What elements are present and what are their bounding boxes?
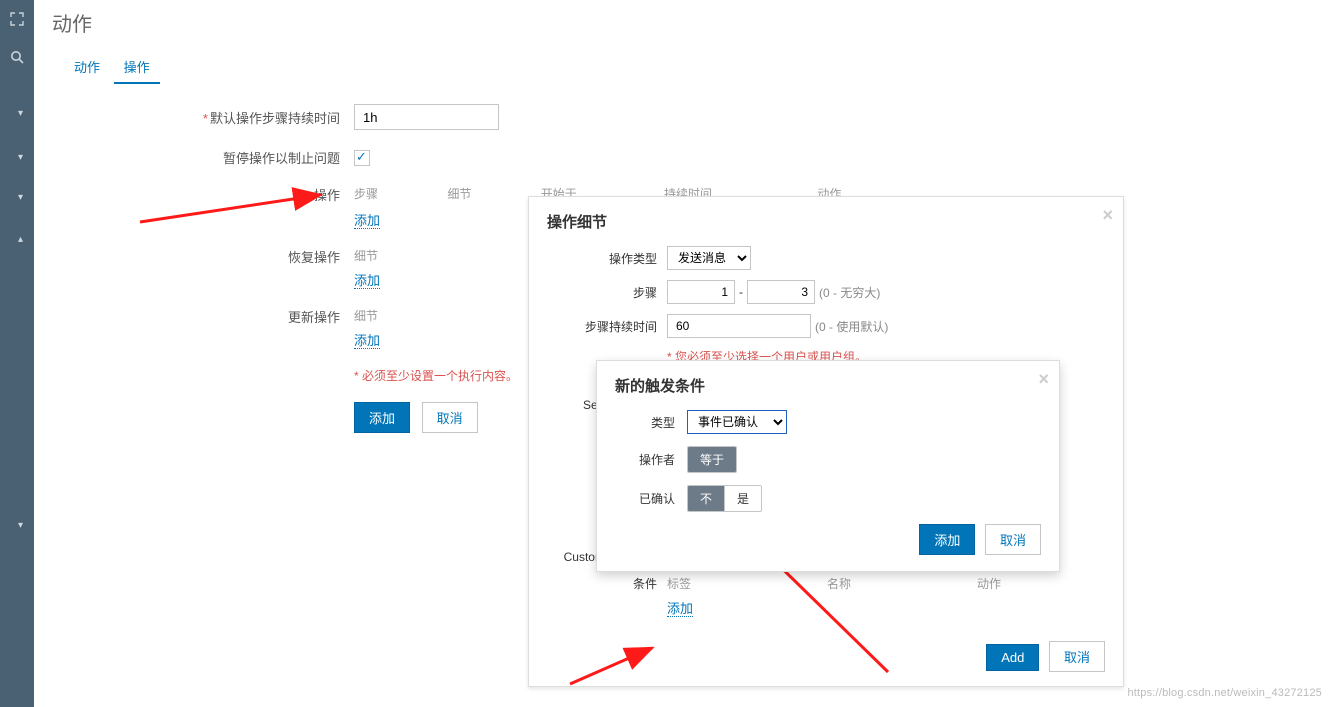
cond-ack-label: 已确认 — [615, 490, 687, 507]
modal1-add-button[interactable]: Add — [986, 644, 1039, 671]
op-type-select[interactable]: 发送消息 — [667, 246, 751, 270]
operations-label: 操作 — [314, 188, 340, 203]
cond-header: 标签 名称 动作 — [667, 575, 1105, 592]
step-to-input[interactable] — [747, 280, 815, 304]
update-add-link[interactable]: 添加 — [354, 333, 380, 349]
chevron-up-icon[interactable]: ▴ — [18, 234, 23, 245]
tab-operation[interactable]: 操作 — [114, 51, 160, 84]
chevron-down-icon[interactable]: ▾ — [18, 192, 23, 203]
chevron-down-icon[interactable]: ▾ — [18, 108, 23, 119]
sidebar: ▾ ▾ ▾ ▴ ▾ — [0, 0, 34, 707]
cond-label: 条件 — [547, 575, 667, 592]
step-label: 步骤 — [547, 284, 667, 301]
operator-eq[interactable]: 等于 — [688, 447, 736, 472]
cond-operator-label: 操作者 — [615, 451, 687, 468]
cond-add-link[interactable]: 添加 — [667, 601, 693, 617]
op-type-label: 操作类型 — [547, 250, 667, 267]
ack-no[interactable]: 不 — [688, 486, 724, 511]
must-exec-note: * 必须至少设置一个执行内容。 — [354, 369, 518, 383]
watermark: https://blog.csdn.net/weixin_43272125 — [1127, 687, 1322, 699]
step-hint: (0 - 无穷大) — [819, 284, 880, 301]
operator-segment: 等于 — [687, 446, 737, 473]
fullscreen-icon[interactable] — [0, 0, 34, 38]
page-title: 动作 — [34, 0, 1330, 51]
close-icon[interactable]: × — [1038, 369, 1049, 390]
chevron-down-icon[interactable]: ▾ — [18, 520, 23, 531]
modal2-add-button[interactable]: 添加 — [919, 524, 975, 555]
new-condition-modal: × 新的触发条件 类型 事件已确认 操作者 等于 已确认 不 是 添加 取消 — [596, 360, 1060, 572]
tab-action[interactable]: 动作 — [64, 51, 110, 82]
operations-add-link[interactable]: 添加 — [354, 213, 380, 229]
default-duration-label: 默认操作步骤持续时间 — [210, 111, 340, 126]
modal2-title: 新的触发条件 — [615, 375, 1041, 396]
pause-label: 暂停操作以制止问题 — [223, 151, 340, 166]
close-icon[interactable]: × — [1102, 205, 1113, 226]
search-icon[interactable] — [0, 38, 34, 76]
pause-checkbox[interactable] — [354, 150, 370, 166]
step-dur-label: 步骤持续时间 — [547, 318, 667, 335]
step-dur-input[interactable] — [667, 314, 811, 338]
ack-yes[interactable]: 是 — [724, 486, 761, 511]
step-from-input[interactable] — [667, 280, 735, 304]
step-dur-hint: (0 - 使用默认) — [815, 318, 888, 335]
update-label: 更新操作 — [288, 310, 340, 325]
chevron-down-icon[interactable]: ▾ — [18, 152, 23, 163]
cond-type-select[interactable]: 事件已确认 — [687, 410, 787, 434]
modal1-cancel-button[interactable]: 取消 — [1049, 641, 1105, 672]
recover-add-link[interactable]: 添加 — [354, 273, 380, 289]
form-cancel-button[interactable]: 取消 — [422, 402, 478, 433]
form-add-button[interactable]: 添加 — [354, 402, 410, 433]
modal1-title: 操作细节 — [547, 211, 1105, 232]
modal2-cancel-button[interactable]: 取消 — [985, 524, 1041, 555]
cond-type-label: 类型 — [615, 414, 687, 431]
default-duration-input[interactable] — [354, 104, 499, 130]
ack-segment: 不 是 — [687, 485, 762, 512]
recover-label: 恢复操作 — [288, 250, 340, 265]
tabs: 动作 操作 — [34, 51, 1330, 84]
